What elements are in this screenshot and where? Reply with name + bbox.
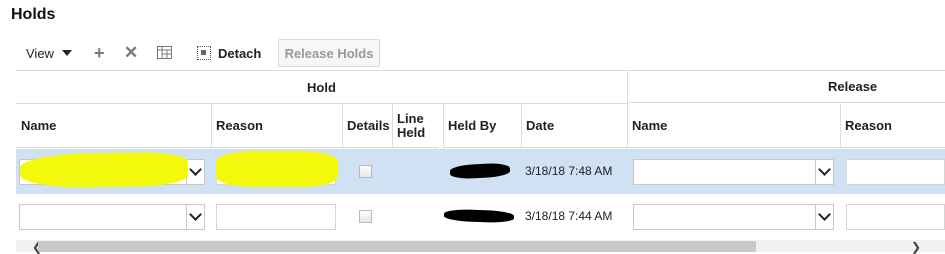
details-checkbox[interactable]	[359, 165, 372, 178]
scrollbar-thumb[interactable]	[38, 241, 756, 252]
release-name-select[interactable]	[633, 159, 834, 185]
release-holds-button[interactable]: Release Holds	[278, 39, 380, 67]
group-header-hold: Hold	[16, 71, 627, 104]
plus-icon[interactable]: +	[94, 39, 105, 67]
table-row[interactable]: 3/18/18 7:48 AM	[16, 149, 945, 194]
column-divider	[392, 104, 393, 148]
detach-label: Detach	[218, 45, 262, 61]
column-header-details[interactable]: Details	[342, 104, 392, 148]
chevron-down-icon	[186, 160, 204, 184]
column-divider	[443, 104, 444, 148]
hold-date: 3/18/18 7:44 AM	[525, 209, 613, 223]
column-header-reason[interactable]: Reason	[211, 104, 342, 148]
column-header-line-held[interactable]: Line Held	[392, 104, 438, 148]
view-menu[interactable]: View	[26, 39, 72, 67]
detach-icon	[197, 46, 211, 60]
release-reason-input[interactable]	[846, 204, 945, 230]
horizontal-scrollbar[interactable]: ❮ ❯	[16, 240, 945, 254]
toolbar: View + ✕ Detach Release Holds	[16, 39, 936, 67]
column-divider	[521, 104, 522, 148]
column-divider	[211, 104, 212, 148]
column-divider	[840, 104, 841, 148]
redaction-mark	[449, 162, 511, 180]
page-title: Holds	[11, 6, 56, 23]
column-divider	[342, 104, 343, 148]
chevron-down-icon	[815, 160, 833, 184]
group-header-release: Release	[628, 71, 945, 103]
detach-button[interactable]: Detach	[197, 39, 261, 67]
hold-date: 3/18/18 7:48 AM	[525, 164, 613, 178]
highlight-mark	[19, 151, 189, 189]
table-row[interactable]: 3/18/18 7:44 AM	[16, 194, 945, 239]
redaction-mark	[443, 208, 515, 224]
column-header-name[interactable]: Name	[16, 104, 211, 148]
chevron-down-icon	[186, 205, 204, 229]
table-freeze-icon[interactable]	[157, 39, 173, 67]
column-header-release-name[interactable]: Name	[627, 104, 840, 148]
release-reason-input[interactable]	[846, 159, 945, 185]
chevron-down-icon	[815, 205, 833, 229]
view-menu-label: View	[26, 45, 54, 61]
hold-name-select[interactable]	[19, 204, 205, 230]
highlight-mark	[216, 151, 338, 187]
x-icon[interactable]: ✕	[124, 39, 138, 67]
caret-down-icon	[61, 50, 72, 56]
holds-table: Hold Release Name Reason Details Line He…	[16, 70, 945, 253]
release-name-select[interactable]	[633, 204, 834, 230]
hold-reason-input[interactable]	[216, 204, 336, 230]
column-header-date[interactable]: Date	[521, 104, 627, 148]
details-checkbox[interactable]	[359, 210, 372, 223]
column-divider	[627, 71, 628, 148]
column-header-held-by[interactable]: Held By	[443, 104, 521, 148]
column-header-release-reason[interactable]: Reason	[840, 104, 945, 148]
